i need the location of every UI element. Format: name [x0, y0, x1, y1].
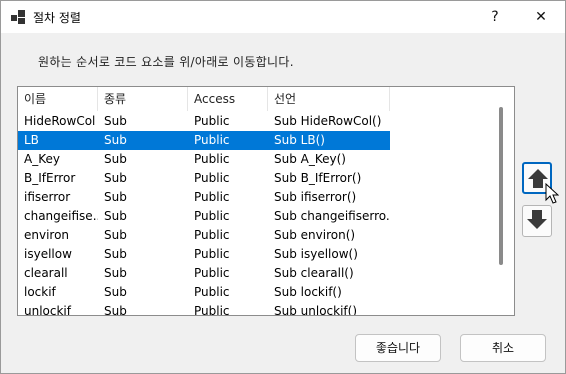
- cell-name: ifiserror: [24, 190, 71, 204]
- cell-name: clearall: [24, 266, 68, 280]
- cell-decl: Sub A_Key(): [274, 152, 346, 166]
- table-row[interactable]: B_IfError Sub Public Sub B_IfError(): [18, 169, 390, 188]
- title-bar: 절차 정렬 ? ✕: [1, 1, 565, 33]
- procedure-list[interactable]: 이름 종류 Access 선언 HideRowCol Sub Public Sub H…: [17, 86, 515, 316]
- cell-access: Public: [194, 152, 230, 166]
- cell-decl: Sub LB(): [274, 133, 325, 147]
- cell-name: B_IfError: [24, 171, 76, 185]
- cell-name: unlockif: [24, 304, 71, 316]
- cell-access: Public: [194, 285, 230, 299]
- table-row[interactable]: unlockif Sub Public Sub unlockif(): [18, 302, 390, 316]
- vertical-scrollbar[interactable]: [499, 107, 503, 265]
- cell-name: HideRowCol: [24, 114, 96, 128]
- cell-access: Public: [194, 247, 230, 261]
- cell-name: changeifise...: [24, 209, 98, 223]
- help-button[interactable]: ?: [479, 5, 511, 29]
- table-row[interactable]: ifiserror Sub Public Sub ifiserror(): [18, 188, 390, 207]
- cell-kind: Sub: [104, 171, 127, 185]
- cell-kind: Sub: [104, 304, 127, 316]
- cancel-button[interactable]: 취소: [460, 334, 546, 362]
- cell-name: LB: [24, 133, 39, 147]
- cell-decl: Sub unlockif(): [274, 304, 358, 316]
- cell-access: Public: [194, 209, 230, 223]
- move-down-button[interactable]: [522, 205, 552, 237]
- cell-decl: Sub B_IfError(): [274, 171, 362, 185]
- cell-decl: Sub isyellow(): [274, 247, 358, 261]
- ok-button[interactable]: 좋습니다: [355, 334, 441, 362]
- cell-name: environ: [24, 228, 70, 242]
- cell-decl: Sub ifiserror(): [274, 190, 357, 204]
- cell-decl: Sub HideRowCol(): [274, 114, 382, 128]
- table-row[interactable]: LB Sub Public Sub LB(): [18, 131, 390, 150]
- cell-kind: Sub: [104, 266, 127, 280]
- column-header-name[interactable]: 이름: [18, 87, 98, 111]
- cell-kind: Sub: [104, 209, 127, 223]
- window-title: 절차 정렬: [33, 11, 81, 25]
- cell-name: lockif: [24, 285, 56, 299]
- table-row[interactable]: clearall Sub Public Sub clearall(): [18, 264, 390, 283]
- cell-kind: Sub: [104, 228, 127, 242]
- instruction-text: 원하는 순서로 코드 요소를 위/아래로 이동합니다.: [38, 55, 294, 69]
- sort-procedures-dialog: 절차 정렬 ? ✕ 원하는 순서로 코드 요소를 위/아래로 이동합니다. 이름…: [0, 0, 566, 374]
- cell-kind: Sub: [104, 285, 127, 299]
- cell-access: Public: [194, 190, 230, 204]
- cell-access: Public: [194, 171, 230, 185]
- table-row[interactable]: isyellow Sub Public Sub isyellow(): [18, 245, 390, 264]
- app-icon: [11, 10, 25, 24]
- arrow-down-icon: [527, 210, 547, 229]
- cell-decl: Sub clearall(): [274, 266, 354, 280]
- cell-access: Public: [194, 133, 230, 147]
- table-row[interactable]: A_Key Sub Public Sub A_Key(): [18, 150, 390, 169]
- cell-decl: Sub changeifiserro...: [274, 209, 390, 223]
- close-button[interactable]: ✕: [525, 5, 557, 29]
- cell-access: Public: [194, 114, 230, 128]
- cell-name: A_Key: [24, 152, 60, 166]
- cell-name: isyellow: [24, 247, 72, 261]
- column-header-access[interactable]: Access: [188, 87, 268, 111]
- table-row[interactable]: environ Sub Public Sub environ(): [18, 226, 390, 245]
- mouse-cursor-icon: [545, 183, 559, 204]
- table-row[interactable]: changeifise... Sub Public Sub changeifiserr…: [18, 207, 390, 226]
- cell-kind: Sub: [104, 190, 127, 204]
- column-header-kind[interactable]: 종류: [98, 87, 188, 111]
- cell-kind: Sub: [104, 247, 127, 261]
- table-row[interactable]: HideRowCol Sub Public Sub HideRowCol(): [18, 112, 390, 131]
- cell-access: Public: [194, 228, 230, 242]
- cell-kind: Sub: [104, 152, 127, 166]
- cell-kind: Sub: [104, 133, 127, 147]
- cell-access: Public: [194, 266, 230, 280]
- table-row[interactable]: lockif Sub Public Sub lockif(): [18, 283, 390, 302]
- cell-access: Public: [194, 304, 230, 316]
- cell-decl: Sub environ(): [274, 228, 356, 242]
- list-header: 이름 종류 Access 선언: [18, 87, 514, 111]
- cell-kind: Sub: [104, 114, 127, 128]
- cell-decl: Sub lockif(): [274, 285, 342, 299]
- column-header-declaration[interactable]: 선언: [268, 87, 390, 111]
